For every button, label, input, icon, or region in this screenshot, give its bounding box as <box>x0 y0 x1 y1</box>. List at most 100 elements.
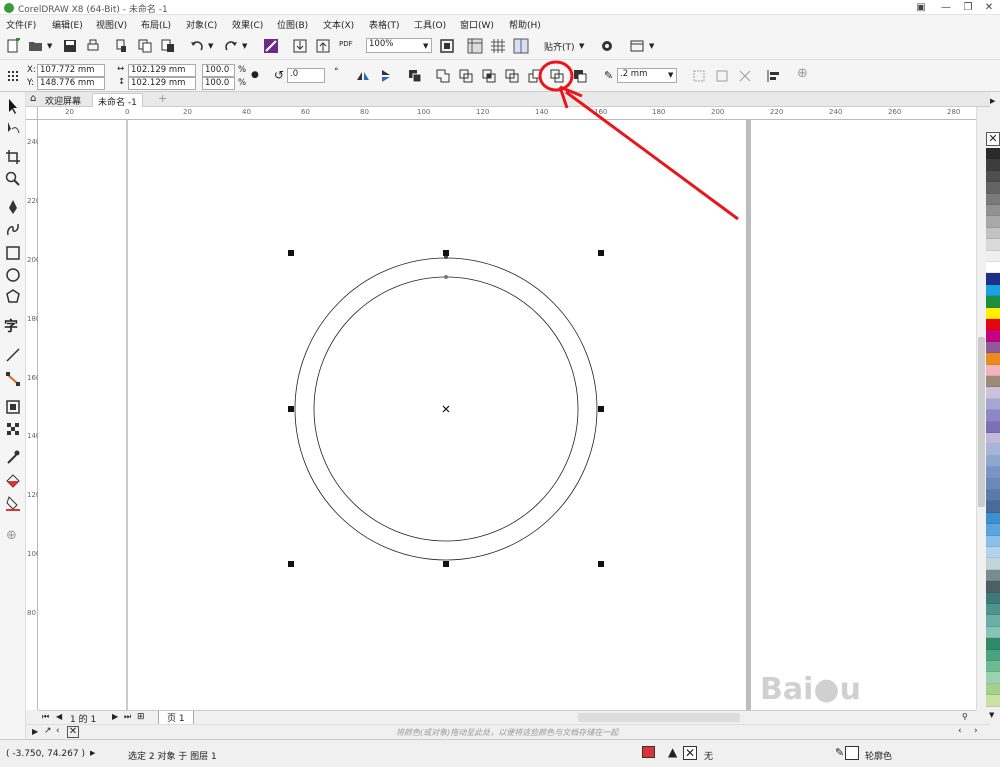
open-dropdown-icon[interactable]: ▼ <box>47 42 52 50</box>
tab-welcome-screen[interactable]: 欢迎屏幕 <box>40 93 86 107</box>
eyedropper-icon[interactable]: ↗ <box>44 726 52 736</box>
rectangle-tool-icon[interactable] <box>4 244 22 262</box>
import-icon[interactable] <box>291 37 309 55</box>
account-icon[interactable]: ▣ <box>910 1 932 14</box>
transparency-tool-icon[interactable] <box>4 420 22 438</box>
palette-swatch[interactable] <box>986 433 1000 445</box>
palette-swatch[interactable] <box>986 387 1000 399</box>
simplify-icon[interactable] <box>503 67 521 85</box>
full-screen-icon[interactable] <box>438 37 456 55</box>
zoom-out-icon[interactable]: ⚲ <box>962 712 968 721</box>
outline-color-swatch[interactable] <box>845 746 859 760</box>
palette-swatch[interactable] <box>986 193 1000 205</box>
page-tab[interactable]: 页 1 <box>158 711 194 725</box>
show-rulers-icon[interactable] <box>466 37 484 55</box>
show-guidelines-icon[interactable] <box>512 37 530 55</box>
shape-tool-icon[interactable] <box>4 119 22 137</box>
ruler-origin[interactable] <box>26 107 38 120</box>
y-position-input[interactable]: 148.776 mm <box>37 77 105 90</box>
minimize-button[interactable]: — <box>935 1 957 14</box>
palette-swatch[interactable] <box>986 592 1000 604</box>
snap-dropdown-icon[interactable]: ▼ <box>579 42 584 50</box>
pick-tool-icon[interactable] <box>4 97 22 115</box>
menu-object[interactable]: 对象(C) <box>186 18 217 31</box>
palette-swatch[interactable] <box>986 250 1000 262</box>
polygon-tool-icon[interactable] <box>4 288 22 306</box>
add-page-icon[interactable]: ⊞ <box>137 712 145 722</box>
zoom-tool-icon[interactable] <box>4 170 22 188</box>
restore-button[interactable]: ❐ <box>957 1 979 14</box>
interactive-fill-tool-icon[interactable] <box>4 472 22 490</box>
palette-swatch[interactable] <box>986 524 1000 536</box>
color-proof-icon[interactable] <box>642 746 655 758</box>
scale-width-input[interactable]: 100.0 <box>202 64 235 77</box>
palette-swatch[interactable] <box>986 604 1000 616</box>
smart-fill-tool-icon[interactable] <box>4 494 22 512</box>
vertical-scrollbar[interactable] <box>976 107 986 710</box>
new-document-icon[interactable] <box>4 37 22 55</box>
palette-swatch[interactable] <box>986 490 1000 502</box>
lock-ratio-icon[interactable]: ● <box>251 70 259 80</box>
palette-swatch[interactable] <box>986 558 1000 570</box>
trim-icon[interactable] <box>457 67 475 85</box>
palette-swatch[interactable] <box>986 319 1000 331</box>
launcher-dropdown-icon[interactable]: ▼ <box>649 42 654 50</box>
palette-swatch[interactable] <box>986 421 1000 433</box>
new-tab-icon[interactable]: + <box>158 92 167 105</box>
palette-swatch[interactable] <box>986 273 1000 285</box>
center-marker[interactable] <box>442 405 450 413</box>
menu-text[interactable]: 文本(X) <box>323 18 354 31</box>
show-grid-icon[interactable] <box>489 37 507 55</box>
crop-tool-icon[interactable] <box>4 148 22 166</box>
menu-effects[interactable]: 效果(C) <box>232 18 263 31</box>
palette-swatch[interactable] <box>986 284 1000 297</box>
selection-handle-bl[interactable] <box>288 561 294 567</box>
palette-swatch[interactable] <box>986 626 1000 639</box>
last-page-icon[interactable]: ⏭ <box>124 712 131 722</box>
status-expand-icon[interactable]: ▶ <box>90 749 95 757</box>
palette-swatch[interactable] <box>986 615 1000 627</box>
palette-swatch[interactable] <box>986 364 1000 376</box>
undo-icon[interactable] <box>188 37 206 55</box>
fill-none-swatch[interactable]: ✕ <box>683 746 697 760</box>
text-tool-icon[interactable]: 字 <box>4 318 22 336</box>
horizontal-ruler[interactable]: 20 0 20 40 60 80 100 120 140 160 180 200… <box>38 107 976 120</box>
palette-swatch[interactable] <box>986 341 1000 354</box>
copy-icon[interactable] <box>136 37 154 55</box>
palette-swatch[interactable] <box>986 581 1000 593</box>
options-gear-icon[interactable] <box>598 37 616 55</box>
palette-swatch[interactable] <box>986 159 1000 171</box>
home-icon[interactable]: ⌂ <box>30 93 36 104</box>
next-page-icon[interactable]: ▶ <box>112 712 118 721</box>
palette-swatch[interactable] <box>986 353 1000 365</box>
artistic-media-tool-icon[interactable] <box>4 220 22 238</box>
menu-table[interactable]: 表格(T) <box>369 18 400 31</box>
palette-swatch[interactable] <box>986 695 1000 707</box>
open-folder-icon[interactable] <box>27 37 45 55</box>
palette-swatch[interactable] <box>986 547 1000 559</box>
palette-swatch[interactable] <box>986 182 1000 194</box>
rotation-angle-input[interactable]: .0 <box>287 68 325 83</box>
x-position-input[interactable]: 107.772 mm <box>37 64 105 77</box>
freehand-tool-icon[interactable] <box>4 198 22 216</box>
tab-untitled-document[interactable]: 未命名 -1 <box>92 93 143 108</box>
intersect-icon[interactable] <box>480 67 498 85</box>
drop-shadow-tool-icon[interactable] <box>4 398 22 416</box>
menu-view[interactable]: 视图(V) <box>96 18 127 31</box>
object-origin-icon[interactable] <box>4 67 22 85</box>
height-input[interactable]: 102.129 mm <box>128 77 196 90</box>
scroll-thumb[interactable] <box>978 337 985 507</box>
palette-swatch[interactable] <box>986 535 1000 547</box>
palette-swatch[interactable] <box>986 148 1000 160</box>
redo-dropdown-icon[interactable]: ▼ <box>242 42 247 50</box>
front-minus-back-icon[interactable] <box>526 67 544 85</box>
search-content-icon[interactable] <box>262 37 280 55</box>
palette-options-icon[interactable]: ‹ <box>56 726 60 736</box>
palette-swatch[interactable] <box>986 239 1000 251</box>
snap-to-menu[interactable]: 贴齐(T) <box>544 40 575 53</box>
hint-scroll-right-icon[interactable]: › <box>974 726 978 736</box>
ellipse-tool-icon[interactable] <box>4 266 22 284</box>
drawing-canvas[interactable] <box>38 120 976 710</box>
palette-swatch[interactable] <box>986 444 1000 456</box>
palette-swatch[interactable] <box>986 569 1000 582</box>
